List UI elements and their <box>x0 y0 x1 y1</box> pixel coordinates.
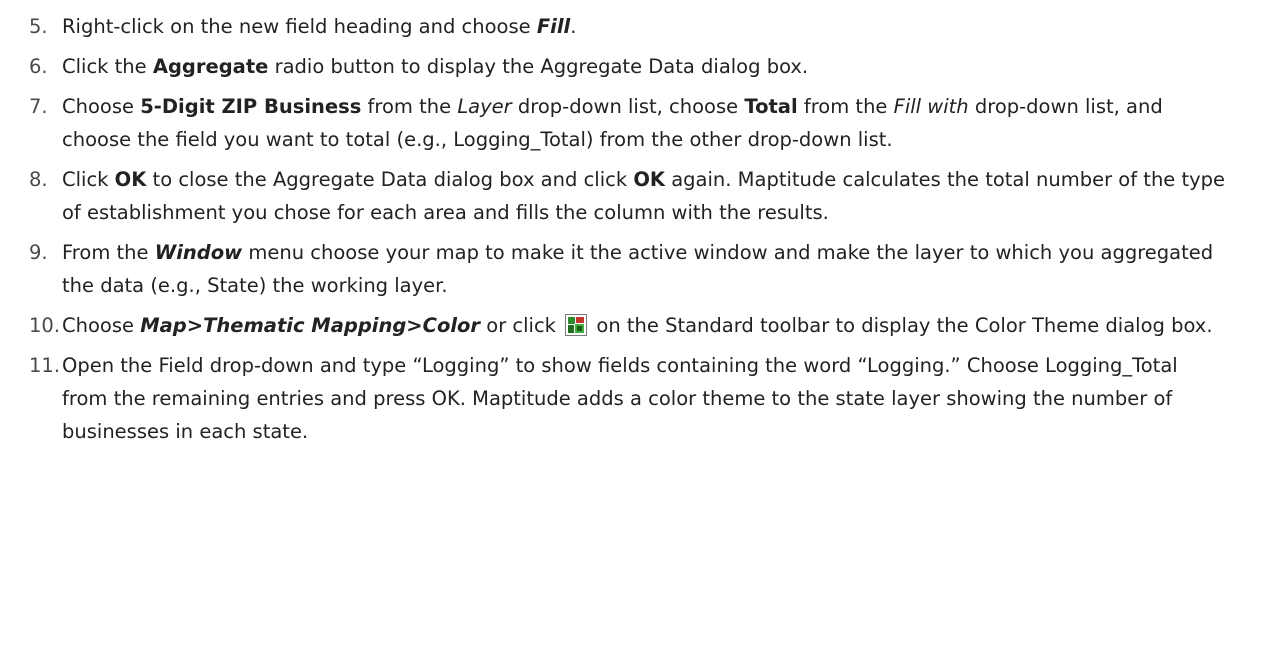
step-number: 10. <box>29 314 61 337</box>
instruction-steps: 5. Right-click on the new field heading … <box>0 0 1277 448</box>
option-total: Total <box>744 95 798 118</box>
command-fill: Fill <box>536 15 571 38</box>
step-text: From the Window menu choose your map to … <box>62 236 1237 302</box>
text-run: from the <box>797 95 894 118</box>
text-run: or click <box>480 314 563 337</box>
text-run: From the <box>62 241 155 264</box>
step-10: 10. Choose Map>Thematic Mapping>Color or… <box>29 309 1237 342</box>
menu-window: Window <box>154 241 243 264</box>
menu-path-thematic-color: Map>Thematic Mapping>Color <box>140 314 481 337</box>
text-run: Right-click on the new field heading and… <box>62 15 537 38</box>
text-run: Choose <box>62 95 141 118</box>
text-run: Choose <box>62 314 141 337</box>
step-number: 9. <box>29 241 48 264</box>
step-text: Choose Map>Thematic Mapping>Color or cli… <box>62 309 1237 342</box>
text-run: from the <box>361 95 458 118</box>
step-8: 8. Click OK to close the Aggregate Data … <box>29 163 1237 229</box>
text-run: radio button to display the Aggregate Da… <box>268 55 809 78</box>
step-number: 6. <box>29 55 48 78</box>
step-text: Choose 5-Digit ZIP Business from the Lay… <box>62 90 1237 156</box>
text-run: Click the <box>62 55 153 78</box>
step-text: Click the Aggregate radio button to disp… <box>62 50 1237 83</box>
step-7: 7. Choose 5-Digit ZIP Business from the … <box>29 90 1237 156</box>
text-run: to close the Aggregate Data dialog box a… <box>146 168 634 191</box>
step-text: Click OK to close the Aggregate Data dia… <box>62 163 1237 229</box>
step-text: Right-click on the new field heading and… <box>62 10 1237 43</box>
step-number: 11. <box>29 354 61 377</box>
text-run: Open the Field drop-down and type “Loggi… <box>62 354 1178 443</box>
text-run: Click <box>62 168 115 191</box>
color-theme-toolbar-icon <box>565 313 588 336</box>
button-ok: OK <box>633 168 666 191</box>
option-aggregate: Aggregate <box>152 55 269 78</box>
step-5: 5. Right-click on the new field heading … <box>29 10 1237 43</box>
step-6: 6. Click the Aggregate radio button to d… <box>29 50 1237 83</box>
step-9: 9. From the Window menu choose your map … <box>29 236 1237 302</box>
text-run: on the Standard toolbar to display the C… <box>590 314 1213 337</box>
text-run: . <box>570 15 577 38</box>
button-ok: OK <box>114 168 147 191</box>
step-text: Open the Field drop-down and type “Loggi… <box>62 349 1237 448</box>
step-number: 7. <box>29 95 48 118</box>
text-run: drop-down list, choose <box>511 95 745 118</box>
label-fill-with: Fill with <box>893 95 969 118</box>
label-layer: Layer <box>457 95 512 118</box>
step-number: 5. <box>29 15 48 38</box>
step-number: 8. <box>29 168 48 191</box>
step-11: 11. Open the Field drop-down and type “L… <box>29 349 1237 448</box>
option-5-digit-zip-business: 5-Digit ZIP Business <box>140 95 362 118</box>
